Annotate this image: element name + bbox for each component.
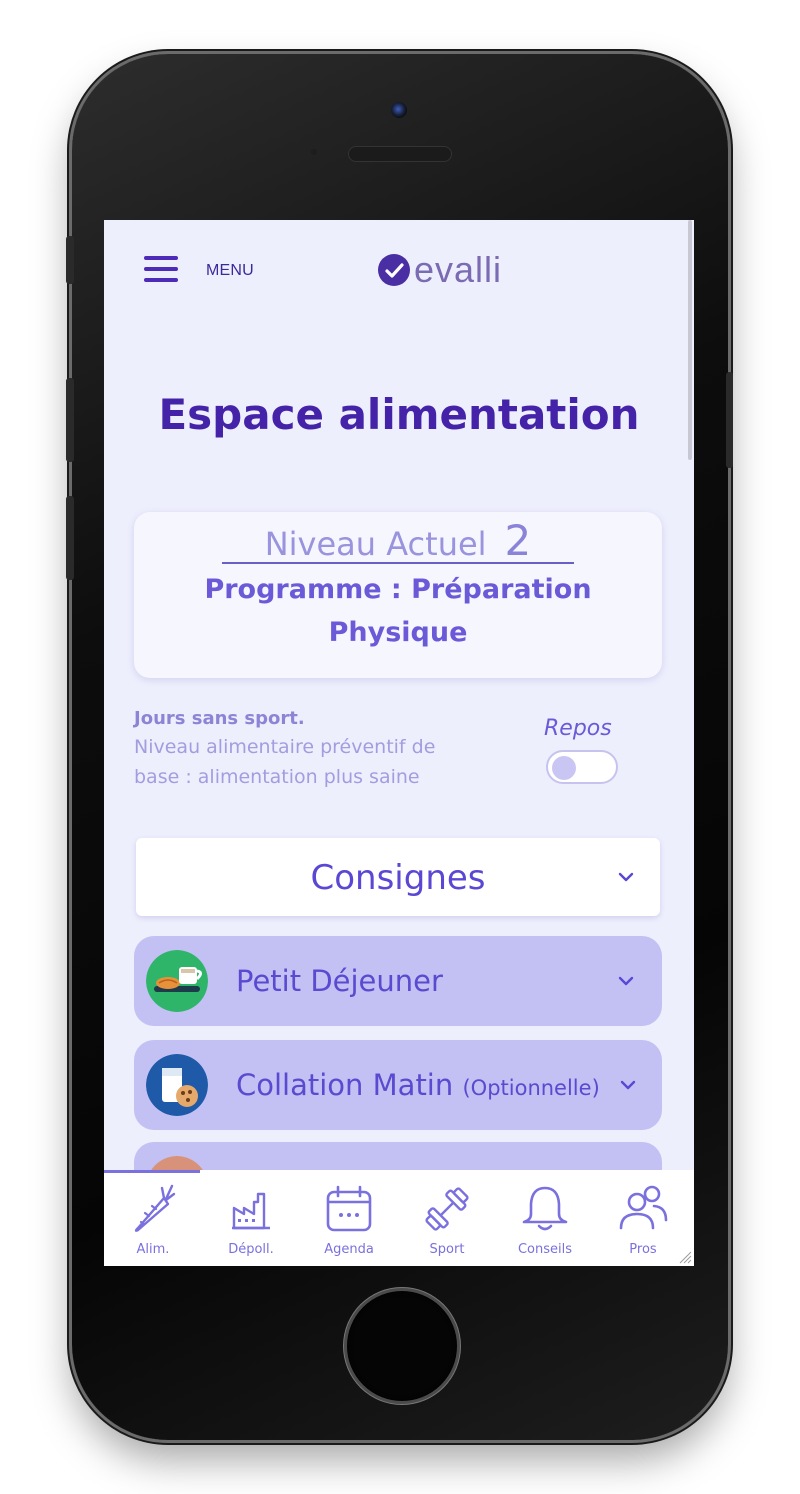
active-tab-indicator [104, 1170, 200, 1173]
nav-item-alim[interactable]: Alim. [104, 1178, 202, 1264]
level-card: Niveau Actuel 2 Programme : Préparation P… [134, 512, 662, 678]
breakfast-icon [146, 950, 208, 1012]
rest-day-desc-2: base : alimentation plus saine [134, 766, 420, 788]
bell-icon [522, 1186, 568, 1231]
volume-up-button [66, 378, 74, 462]
proximity-sensor [311, 149, 317, 155]
nav-label: Conseils [517, 1242, 573, 1257]
program-line-2: Physique [328, 617, 468, 648]
meal-label: Collation Matin (Optionnelle) [236, 1068, 600, 1102]
carrot-icon [134, 1184, 176, 1232]
program-name: Programme : Préparation Physique [134, 568, 662, 654]
mute-switch [66, 236, 74, 284]
rest-day-info: Jours sans sport. Niveau alimentaire pré… [134, 706, 514, 792]
toggle-knob [552, 756, 576, 780]
nav-item-depoll[interactable]: Dépoll. [202, 1178, 300, 1264]
calendar-icon [326, 1185, 372, 1232]
current-level: Niveau Actuel 2 [222, 520, 574, 564]
page-title: Espace alimentation [158, 390, 640, 439]
milk-cookie-icon [146, 1054, 208, 1116]
bottom-nav: Alim. Dépoll. Agenda Sport Conseils Pros [104, 1170, 694, 1266]
hamburger-menu-icon[interactable] [144, 256, 178, 282]
nav-label: Dépoll. [228, 1242, 274, 1257]
nav-item-sport[interactable]: Sport [398, 1178, 496, 1264]
logo-text: evalli [414, 249, 503, 290]
program-line-1: Programme : Préparation [204, 574, 592, 605]
users-icon [619, 1185, 668, 1230]
front-camera [391, 102, 407, 118]
rest-day-title: Jours sans sport. [134, 708, 305, 729]
chevron-down-icon [618, 976, 634, 986]
resize-grip-icon[interactable] [676, 1248, 692, 1264]
meal-petit-dejeuner[interactable]: Petit Déjeuner [134, 936, 662, 1026]
chevron-down-icon [618, 872, 634, 882]
evalli-logo[interactable]: evalli [378, 250, 502, 290]
level-value: 2 [504, 516, 532, 565]
level-label: Niveau Actuel [264, 525, 487, 563]
volume-down-button [66, 496, 74, 580]
nav-item-agenda[interactable]: Agenda [300, 1178, 398, 1264]
repos-toggle[interactable] [546, 750, 618, 784]
rest-day-desc-1: Niveau alimentaire préventif de [134, 736, 436, 758]
earpiece-speaker [348, 146, 452, 162]
dumbbell-icon [425, 1187, 469, 1231]
nav-label: Alim. [136, 1242, 170, 1257]
nav-label: Sport [429, 1242, 465, 1257]
app-screen: MENU evalli Espace alimentation Niveau A… [104, 220, 694, 1266]
factory-icon [232, 1192, 270, 1230]
chevron-down-icon [620, 1080, 636, 1090]
repos-toggle-label: Repos [544, 716, 612, 741]
home-button[interactable] [344, 1288, 460, 1404]
meal-collation-matin[interactable]: Collation Matin (Optionnelle) [134, 1040, 662, 1130]
consignes-label: Consignes [310, 858, 486, 898]
meal-label: Petit Déjeuner [236, 964, 443, 998]
nav-item-conseils[interactable]: Conseils [496, 1178, 594, 1264]
check-logo-icon [378, 254, 410, 286]
power-button [726, 372, 733, 468]
nav-label: Agenda [324, 1242, 374, 1257]
consignes-accordion[interactable]: Consignes [136, 838, 660, 916]
menu-label[interactable]: MENU [206, 262, 254, 280]
app-header: MENU evalli [104, 220, 694, 320]
